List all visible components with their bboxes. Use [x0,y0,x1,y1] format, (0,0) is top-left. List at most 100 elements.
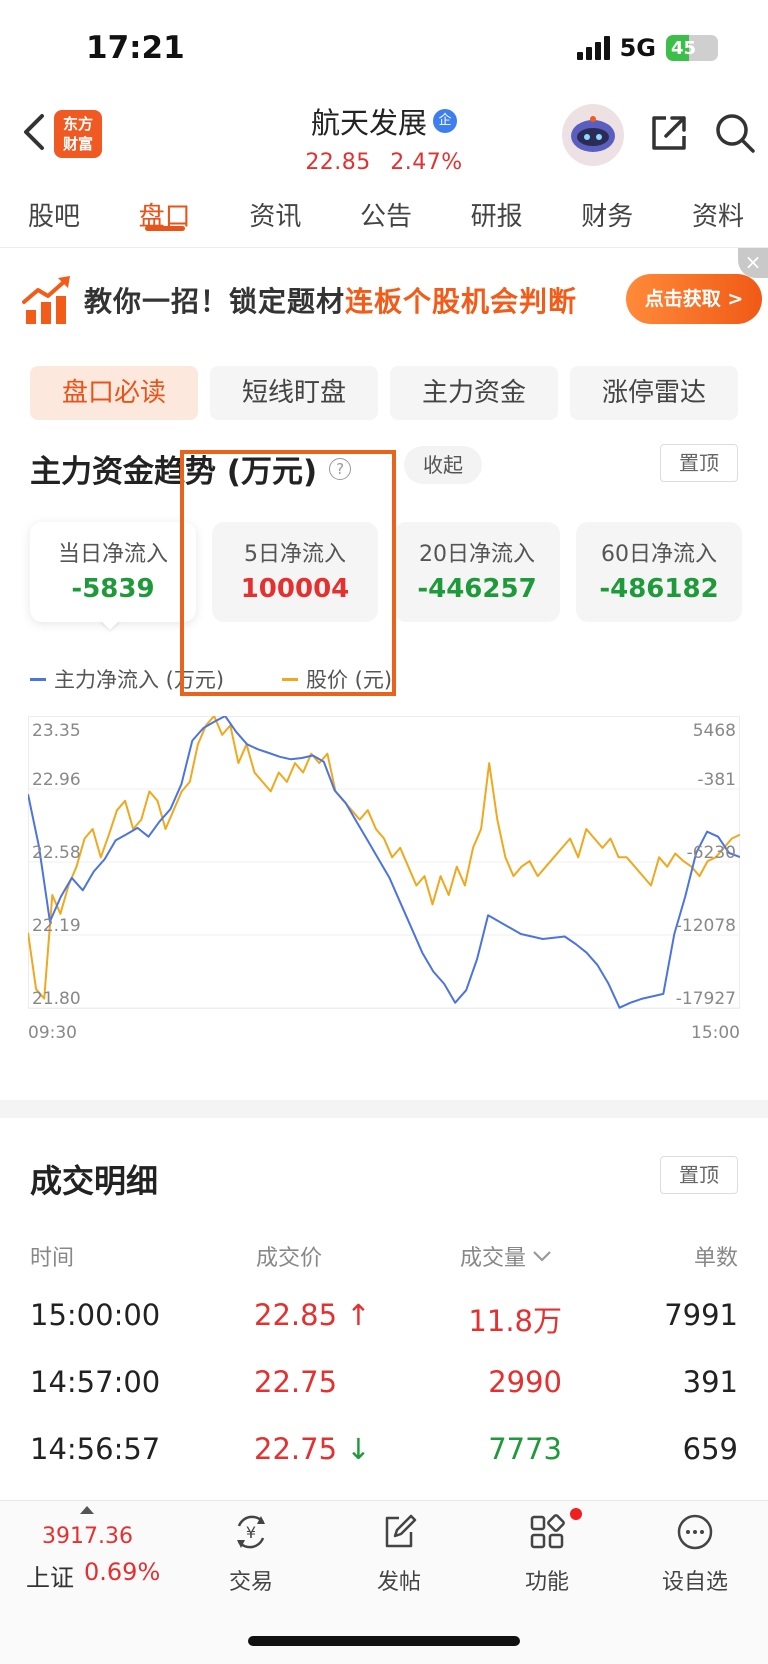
trade-count: 7991 [664,1298,738,1332]
trade-arrow-up-icon: ↑ [346,1298,371,1332]
col-header-volume-label: 成交量 [460,1246,527,1271]
status-time: 17:21 [86,30,185,66]
trade-icon: ¥ [237,1515,265,1549]
flow-card-value: -446257 [417,574,537,604]
highlight-annotation-box [180,450,396,696]
banner-get-button[interactable]: 点击获取 > [626,274,762,324]
tab-pankou[interactable]: 盘口 [139,178,191,247]
flow-card-value: -486182 [599,574,719,604]
flow-card-60d[interactable]: 60日净流入 -486182 [576,522,742,622]
tab-profile[interactable]: 资料 [692,178,744,247]
function-icon [530,1514,565,1549]
trade-price: 22.75 [254,1365,338,1399]
trade-time: 14:57:00 [30,1365,161,1399]
tab-research[interactable]: 研报 [471,178,523,247]
bottom-trade-label: 交易 [228,1570,273,1595]
bottom-add-watch-label: 设自选 [661,1570,728,1595]
banner-text-highlight: 连板个股机会判断 [345,285,578,318]
y-right-tick-label: 5468 [693,721,736,741]
y-left-tick-label: 22.96 [32,770,81,790]
signal-icon [576,36,610,60]
col-header-volume[interactable]: 成交量 [460,1240,552,1272]
fund-trend-chart[interactable]: 23.35 5468 22.96 -381 22.58 -6230 22.19 -12078 2… [27,715,741,1050]
battery-level: 45 [671,37,697,59]
x-tick-label: 09:30 [28,1023,77,1043]
share-icon[interactable] [648,112,690,154]
index-name: 上证 [26,1564,74,1592]
enterprise-badge-icon: 企 [433,109,457,133]
stock-price: 22.85 [305,150,371,175]
chart-canvas: 23.35 5468 22.96 -381 22.58 -6230 22.19 -12078 2… [27,715,741,1043]
section-divider [0,1100,768,1118]
y-right-tick-label: -381 [697,770,736,790]
tab-guba[interactable]: 股吧 [28,178,80,247]
flow-card-label: 当日净流入 [57,542,168,567]
flow-card-20d[interactable]: 20日净流入 -446257 [394,522,560,622]
bottom-function-label: 功能 [524,1570,569,1595]
trade-count: 659 [682,1432,738,1466]
series-line-price [27,715,741,1000]
legend-swatch [30,677,46,681]
banner-text: 教你一招！锁定题材连板个股机会判断 [84,280,577,320]
trade-count: 391 [682,1365,738,1399]
trade-arrow-down-icon: ↓ [346,1432,371,1466]
network-label: 5G [619,34,656,62]
y-right-tick-label: -6230 [687,843,736,863]
index-summary[interactable]: 上证 0.69% [26,1558,160,1593]
tab-announcements[interactable]: 公告 [360,178,412,247]
trade-time: 15:00:00 [30,1298,161,1332]
stock-tabs: 股吧 盘口 资讯 公告 研报 财务 资料 [0,178,768,248]
collapse-button[interactable]: 收起 [404,446,482,484]
more-icon [677,1514,713,1550]
chevron-down-icon [533,1251,551,1262]
trade-volume: 7773 [488,1432,562,1466]
flow-card-today[interactable]: 当日净流入 -5839 [30,522,196,622]
trade-price-cell: 22.75 [254,1365,337,1399]
stock-name: 航天发展 [310,106,427,140]
y-left-tick-label: 22.19 [32,916,81,936]
home-indicator [248,1636,520,1646]
segment-short-watch[interactable]: 短线盯盘 [210,366,378,420]
bottom-post-button[interactable]: 发帖 [324,1512,474,1596]
pin-top-button[interactable]: 置顶 [660,444,738,482]
tab-news[interactable]: 资讯 [249,178,301,247]
trade-price: 22.75 [254,1432,338,1466]
banner-text-main: 教你一招！锁定题材 [84,285,346,318]
trade-volume: 11.8万 [468,1304,562,1338]
stock-change: 2.47% [390,150,463,175]
y-right-tick-label: -12078 [676,916,736,936]
trade-price-cell: 22.85 ↑ [254,1298,371,1332]
post-icon [385,1514,417,1548]
bottom-add-watch-button[interactable]: 设自选 [620,1512,768,1596]
bottom-function-button[interactable]: 功能 [472,1512,622,1596]
battery-icon: 45 [666,35,718,61]
search-icon[interactable] [712,110,758,156]
svg-text:¥: ¥ [246,1523,256,1542]
trade-price: 22.85 [254,1298,338,1332]
trade-time: 14:56:57 [30,1432,161,1466]
x-tick-label: 15:00 [691,1023,740,1043]
index-expand-icon[interactable] [80,1506,94,1514]
assistant-robot-icon[interactable] [562,104,624,166]
segment-main-funds[interactable]: 主力资金 [390,366,558,420]
notification-dot [570,1508,582,1520]
col-header-price: 成交价 [256,1246,323,1271]
flow-card-label: 60日净流入 [601,542,717,567]
trades-pin-button[interactable]: 置顶 [660,1156,738,1194]
rising-chart-icon [22,276,70,324]
flow-card-label: 20日净流入 [419,542,535,567]
y-left-tick-label: 21.80 [32,989,81,1009]
tab-finance[interactable]: 财务 [581,178,633,247]
col-header-count: 单数 [693,1246,738,1271]
bottom-trade-button[interactable]: ¥ 交易 [176,1512,326,1596]
y-left-tick-label: 23.35 [32,721,81,741]
trades-title: 成交明细 [30,1162,159,1200]
status-indicators: 5G 45 [576,34,718,62]
trade-volume: 2990 [488,1365,562,1399]
trade-price-cell: 22.75 ↓ [254,1432,371,1466]
segment-limit-radar[interactable]: 涨停雷达 [570,366,738,420]
index-value[interactable]: 3917.36 [42,1524,133,1549]
y-left-tick-label: 22.58 [32,843,81,863]
y-right-tick-label: -17927 [676,989,736,1009]
segment-must-read[interactable]: 盘口必读 [30,366,198,420]
